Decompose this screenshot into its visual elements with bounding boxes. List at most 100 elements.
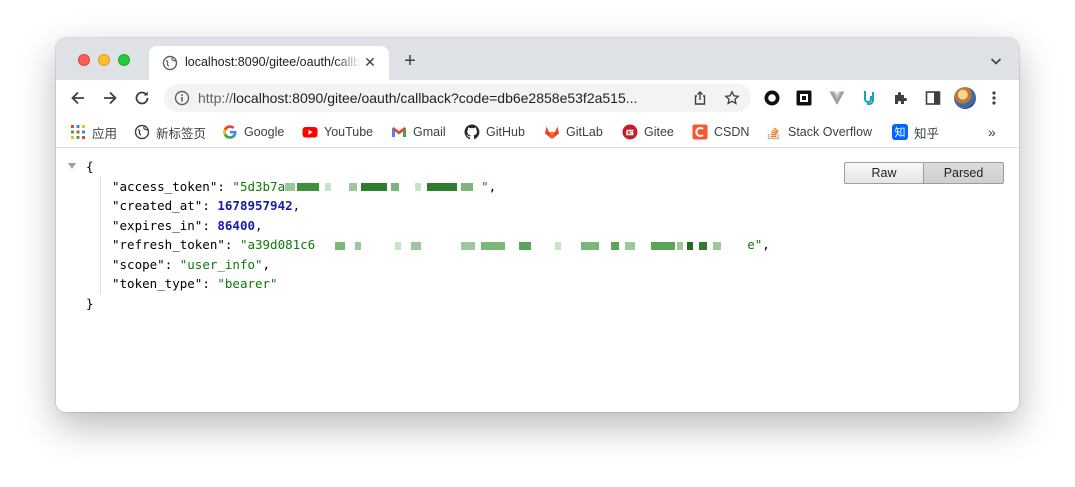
json-value: "a39d081c6 — [239, 237, 316, 252]
extension-circle-icon[interactable] — [764, 90, 780, 106]
extension-square-icon[interactable] — [796, 90, 812, 106]
gitee-icon — [622, 124, 638, 140]
bookmarks-overflow-icon[interactable]: » — [988, 124, 996, 140]
collapse-caret-icon[interactable] — [68, 163, 76, 169]
csdn-icon — [692, 124, 708, 140]
bookmarks-bar: 应用 新标签页 Google YouTube Gmail GitHub GitL… — [56, 116, 1019, 148]
json-comma: , — [762, 237, 770, 252]
redacted-value — [285, 183, 481, 191]
bookmark-stackoverflow[interactable]: Stack Overflow — [766, 122, 872, 142]
json-close-brace: } — [86, 295, 94, 311]
json-key: "access_token" — [112, 178, 218, 194]
bookmark-label: 知乎 — [914, 126, 940, 141]
json-separator: : — [202, 276, 218, 291]
json-value: 1678957942 — [217, 198, 293, 213]
zoom-window-button[interactable] — [118, 54, 130, 66]
menu-icon[interactable] — [991, 90, 997, 106]
extension-g-icon[interactable] — [861, 90, 877, 106]
bookmark-gitlab[interactable]: GitLab — [544, 122, 603, 142]
bookmark-label: YouTube — [324, 125, 374, 139]
json-separator: : — [202, 198, 218, 213]
url-text[interactable]: http://localhost:8090/gitee/oauth/callba… — [198, 90, 678, 106]
json-close-brace-line: } — [70, 294, 800, 314]
bookmark-label: GitLab — [566, 125, 603, 139]
json-key: "refresh_token" — [112, 237, 225, 252]
browser-window: localhost:8090/gitee/oauth/callback ✕ + … — [56, 38, 1019, 412]
bookmark-youtube[interactable]: YouTube — [302, 122, 373, 142]
json-tree: { "access_token": "5d3b7a ", "created_at"… — [68, 157, 800, 314]
tab-close-icon[interactable]: ✕ — [362, 54, 378, 70]
json-property: "refresh_token": "a39d081c6 e", — [70, 235, 800, 255]
parsed-button[interactable]: Parsed — [924, 163, 1003, 183]
json-value: 86400 — [217, 217, 256, 233]
json-comma: , — [292, 198, 301, 213]
bookmark-csdn[interactable]: CSDN — [692, 122, 749, 142]
gitlab-icon — [545, 126, 559, 139]
reload-icon[interactable] — [132, 88, 152, 108]
apps-grid-icon — [71, 125, 85, 139]
address-bar[interactable]: http://localhost:8090/gitee/oauth/callba… — [164, 84, 751, 112]
bookmark-google[interactable]: Google — [222, 122, 284, 142]
youtube-icon — [302, 127, 318, 138]
back-icon[interactable] — [68, 88, 88, 108]
json-value-end: e" — [747, 237, 763, 252]
tab-title: localhost:8090/gitee/oauth/callback — [185, 55, 361, 69]
json-key: "created_at" — [112, 198, 203, 213]
json-comma: , — [255, 217, 263, 233]
bookmark-apps[interactable]: 应用 — [70, 122, 117, 142]
google-icon — [223, 125, 237, 139]
bookmark-github[interactable]: GitHub — [464, 122, 525, 142]
redacted-value — [315, 241, 747, 250]
tab-strip: localhost:8090/gitee/oauth/callback ✕ + — [56, 38, 1019, 80]
bookmark-label: Google — [244, 125, 285, 139]
bookmark-label: Stack Overflow — [788, 125, 873, 139]
forward-icon[interactable] — [100, 88, 120, 108]
new-tab-button[interactable]: + — [400, 51, 420, 71]
info-icon[interactable] — [174, 90, 190, 106]
json-comma: , — [488, 178, 497, 194]
json-property: "access_token": "5d3b7a ", — [70, 177, 800, 197]
json-value: "user_info" — [179, 256, 263, 272]
globe-icon — [162, 55, 178, 71]
json-viewer: { "access_token": "5d3b7a ", "created_at"… — [56, 149, 1019, 412]
vue-devtools-icon[interactable] — [829, 90, 845, 106]
json-separator: : — [217, 178, 233, 194]
bookmark-gmail[interactable]: Gmail — [391, 122, 446, 142]
url-scheme: http:// — [198, 90, 234, 106]
view-toggle: Raw Parsed — [844, 162, 1004, 184]
json-separator: : — [224, 237, 240, 252]
puzzle-icon[interactable] — [893, 90, 909, 106]
bookmark-label: CSDN — [714, 125, 750, 139]
share-icon[interactable] — [692, 90, 708, 106]
side-panel-icon[interactable] — [925, 90, 941, 106]
json-property: "expires_in": 86400, — [70, 216, 800, 236]
json-property: "token_type": "bearer" — [70, 274, 800, 294]
bookmark-zhihu[interactable]: 知 知乎 — [892, 122, 939, 142]
json-comma: , — [262, 256, 271, 272]
bookmark-gitee[interactable]: Gitee — [622, 122, 674, 142]
profile-avatar[interactable] — [954, 87, 976, 109]
json-open-brace: { — [86, 159, 94, 174]
chevron-down-icon[interactable] — [988, 53, 1004, 69]
github-icon — [464, 124, 480, 140]
svg-text:知: 知 — [895, 125, 906, 139]
globe-icon — [134, 124, 150, 140]
close-window-button[interactable] — [78, 54, 90, 66]
bookmark-newtab[interactable]: 新标签页 — [134, 122, 206, 142]
json-value: "5d3b7a — [232, 178, 286, 194]
minimize-window-button[interactable] — [98, 54, 110, 66]
raw-button[interactable]: Raw — [845, 163, 924, 183]
json-key: "token_type" — [112, 276, 203, 291]
json-property: "created_at": 1678957942, — [70, 196, 800, 216]
json-open-brace-line: { — [68, 157, 800, 177]
json-separator: : — [164, 256, 180, 272]
star-icon[interactable] — [724, 90, 740, 106]
toolbar: http://localhost:8090/gitee/oauth/callba… — [56, 80, 1019, 116]
json-key: "scope" — [112, 256, 165, 272]
json-key: "expires_in" — [112, 217, 203, 233]
json-separator: : — [202, 217, 218, 233]
json-value: "bearer" — [217, 276, 278, 291]
json-value-end: " — [481, 178, 489, 194]
json-property: "scope": "user_info", — [70, 255, 800, 275]
tab-active[interactable]: localhost:8090/gitee/oauth/callback ✕ — [149, 46, 389, 80]
